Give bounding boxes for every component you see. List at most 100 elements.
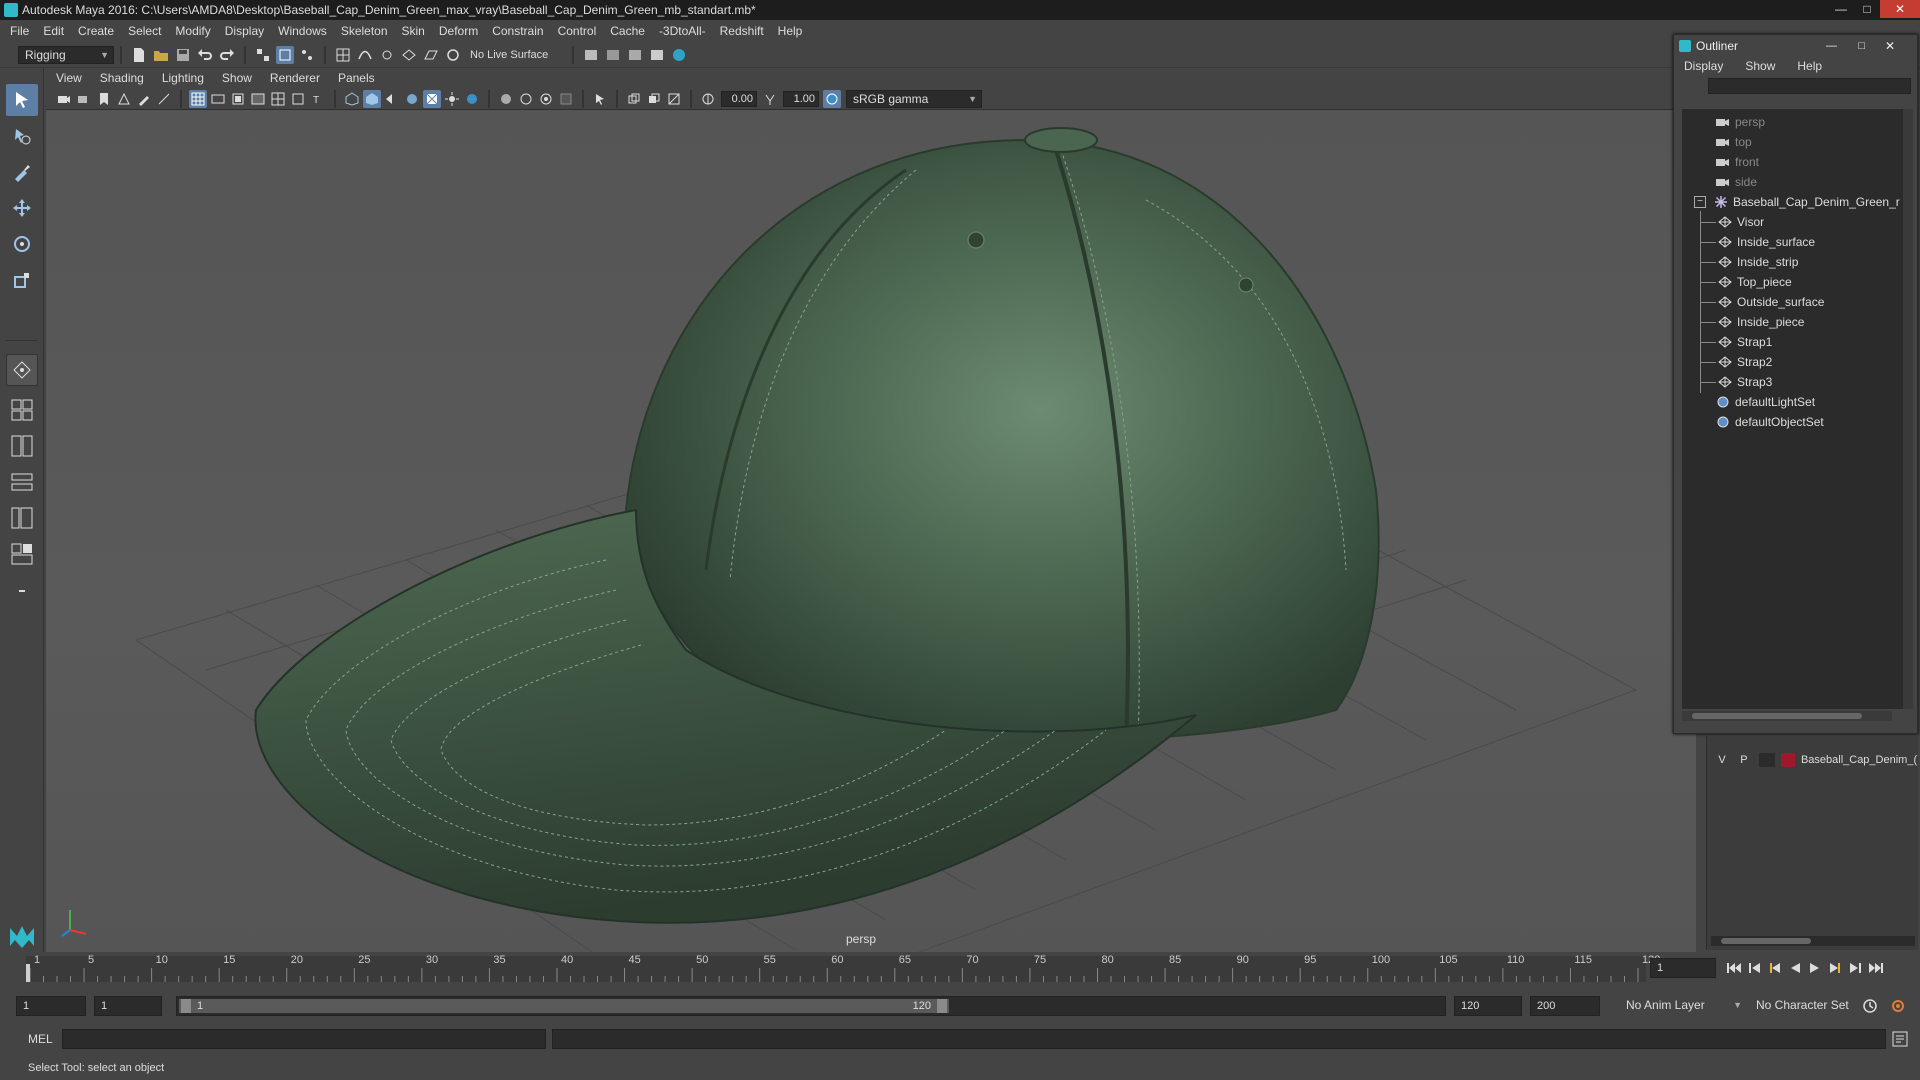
new-scene-icon[interactable] <box>130 46 148 64</box>
make-live-icon[interactable] <box>444 46 462 64</box>
viewport-menu-renderer[interactable]: Renderer <box>270 71 320 85</box>
outliner-menu-display[interactable]: Display <box>1684 59 1723 73</box>
outliner-mesh-inside-piece[interactable]: Inside_piece <box>1700 313 1804 331</box>
viewport-menu-lighting[interactable]: Lighting <box>162 71 204 85</box>
outliner-minimize-icon[interactable]: — <box>1826 35 1837 57</box>
scale-tool-icon[interactable] <box>6 264 38 296</box>
layout-single-icon[interactable] <box>6 394 38 426</box>
exposure-field[interactable]: 0.00 <box>721 90 757 107</box>
lasso-tool-icon[interactable] <box>6 120 38 152</box>
two-d-pan-icon[interactable] <box>155 90 173 108</box>
layer-hscrollbar[interactable] <box>1711 936 1915 946</box>
collapse-icon[interactable]: − <box>1694 196 1706 208</box>
layout-render-icon[interactable] <box>6 538 38 570</box>
menu-redshift[interactable]: Redshift <box>720 24 764 38</box>
move-tool-icon[interactable] <box>6 192 38 224</box>
go-to-end-icon[interactable] <box>1868 961 1884 978</box>
snap-curve-icon[interactable] <box>356 46 374 64</box>
play-backward-icon[interactable] <box>1788 961 1802 978</box>
menu-help[interactable]: Help <box>778 24 803 38</box>
use-all-lights-icon[interactable] <box>423 89 441 108</box>
gamma-icon[interactable] <box>761 90 779 108</box>
menu-windows[interactable]: Windows <box>278 24 327 38</box>
outliner-search-input[interactable] <box>1708 78 1911 94</box>
outliner-close-icon[interactable]: ✕ <box>1885 35 1895 57</box>
playback-end-field[interactable]: 120 <box>1454 996 1522 1016</box>
motion-blur-icon[interactable] <box>497 90 515 108</box>
exposure-icon[interactable] <box>699 90 717 108</box>
menu-set-dropdown[interactable]: Rigging ▼ <box>18 45 114 64</box>
wireframe-icon[interactable] <box>343 90 361 108</box>
grid-toggle-icon[interactable] <box>189 89 207 108</box>
film-gate-icon[interactable] <box>209 90 227 108</box>
menu-skeleton[interactable]: Skeleton <box>341 24 388 38</box>
color-management-icon[interactable] <box>823 89 841 108</box>
outliner-camera-front[interactable]: front <box>1716 153 1759 171</box>
image-plane-icon[interactable] <box>115 90 133 108</box>
step-forward-key-icon[interactable] <box>1848 961 1862 978</box>
toolbox-more-icon[interactable] <box>6 580 38 602</box>
go-to-start-icon[interactable] <box>1726 961 1742 978</box>
viewport-menu-panels[interactable]: Panels <box>338 71 375 85</box>
menu-select[interactable]: Select <box>128 24 161 38</box>
xray-components-icon[interactable] <box>665 90 683 108</box>
layout-two-pane-icon[interactable] <box>6 430 38 462</box>
viewport-menu-show[interactable]: Show <box>222 71 252 85</box>
resolution-gate-icon[interactable] <box>229 90 247 108</box>
outliner-mesh-inside-surface[interactable]: Inside_surface <box>1700 233 1815 251</box>
layer-row[interactable]: V P Baseball_Cap_Denim_( <box>1713 750 1917 770</box>
wireframe-on-shaded-icon[interactable] <box>383 90 401 108</box>
menu-create[interactable]: Create <box>78 24 114 38</box>
render-view-icon[interactable] <box>648 46 666 64</box>
outliner-camera-persp[interactable]: persp <box>1716 113 1765 131</box>
menu-cache[interactable]: Cache <box>610 24 645 38</box>
xray-icon[interactable] <box>625 90 643 108</box>
screen-space-icon[interactable] <box>557 90 575 108</box>
paint-select-tool-icon[interactable] <box>6 156 38 188</box>
range-slider-track[interactable]: 1 120 <box>176 996 1446 1016</box>
ipr-render-icon[interactable] <box>626 46 644 64</box>
mel-command-input[interactable] <box>62 1029 546 1049</box>
camera-lock-icon[interactable] <box>75 90 93 108</box>
safe-action-icon[interactable] <box>289 90 307 108</box>
menu-skin[interactable]: Skin <box>402 24 425 38</box>
render-frame-icon[interactable] <box>604 46 622 64</box>
outliner-camera-side[interactable]: side <box>1716 173 1757 191</box>
range-start-grip[interactable] <box>181 999 191 1013</box>
snap-grid-icon[interactable] <box>334 46 352 64</box>
live-surface-label[interactable]: No Live Surface <box>470 49 548 61</box>
menu-modify[interactable]: Modify <box>175 24 210 38</box>
select-object-icon[interactable] <box>276 45 294 64</box>
outliner-maximize-icon[interactable]: □ <box>1858 35 1865 57</box>
undo-icon[interactable] <box>196 46 214 64</box>
layout-outliner-icon[interactable] <box>6 466 38 498</box>
snap-point-icon[interactable] <box>378 46 396 64</box>
step-back-key-icon[interactable] <box>1748 961 1762 978</box>
character-set-dropdown[interactable]: No Character Set <box>1750 996 1862 1016</box>
redo-icon[interactable] <box>218 46 236 64</box>
mel-label[interactable]: MEL <box>28 1032 53 1046</box>
time-slider[interactable]: 1 5 10 15 20 25 30 35 40 45 50 55 60 65 70 75 80 85 90 95 10… <box>0 952 1920 986</box>
field-chart-icon[interactable] <box>269 90 287 108</box>
outliner-mesh-inside-strip[interactable]: Inside_strip <box>1700 253 1798 271</box>
depth-of-field-icon[interactable] <box>537 90 555 108</box>
play-forward-icon[interactable] <box>1808 961 1822 978</box>
multisample-icon[interactable] <box>517 90 535 108</box>
ambient-occlusion-icon[interactable] <box>463 90 481 108</box>
gate-mask-icon[interactable] <box>249 90 267 108</box>
outliner-header[interactable]: Outliner — □ ✕ <box>1674 35 1917 57</box>
outliner-menu-help[interactable]: Help <box>1797 59 1822 73</box>
outliner-mesh-strap3[interactable]: Strap3 <box>1700 373 1772 391</box>
viewport-persp[interactable] <box>46 110 1696 952</box>
viewport-menu-shading[interactable]: Shading <box>100 71 144 85</box>
outliner-mesh-outside-surface[interactable]: Outside_surface <box>1700 293 1824 311</box>
minimize-icon[interactable]: — <box>1828 0 1854 18</box>
anim-layer-dropdown[interactable]: No Anim Layer ▼ <box>1620 996 1742 1016</box>
close-icon[interactable]: ✕ <box>1880 0 1920 18</box>
outliner-mesh-strap1[interactable]: Strap1 <box>1700 333 1772 351</box>
outliner-set-light[interactable]: defaultLightSet <box>1716 393 1815 411</box>
shadows-icon[interactable] <box>443 90 461 108</box>
menu-file[interactable]: File <box>10 24 29 38</box>
outliner-vscrollbar[interactable] <box>1903 109 1913 709</box>
layer-visibility-toggle[interactable]: V <box>1713 754 1731 766</box>
